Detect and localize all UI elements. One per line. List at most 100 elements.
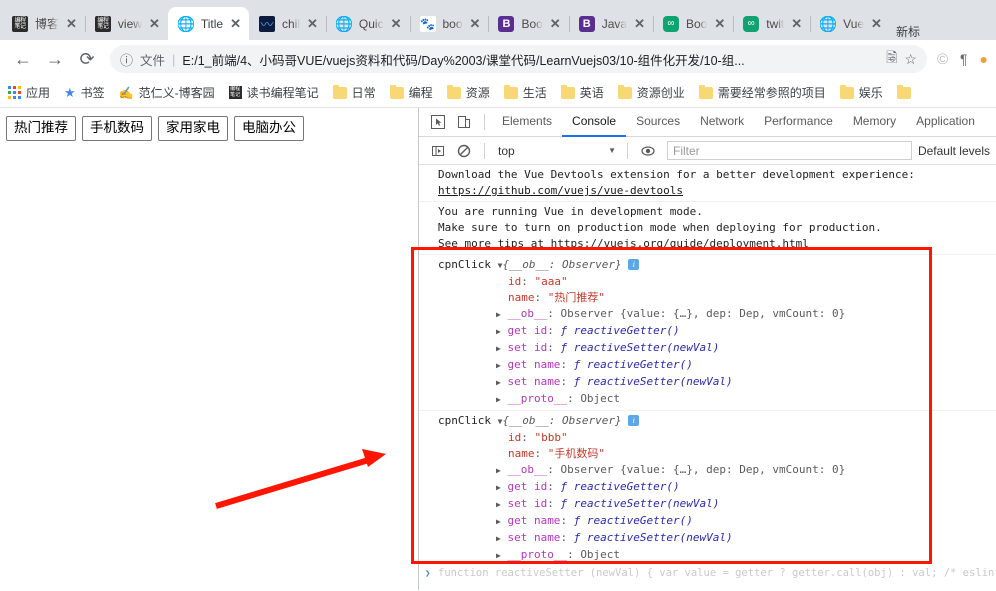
browser-tab-8[interactable]: ∞ Boo ✕ bbox=[653, 7, 735, 40]
object-property-row[interactable]: name: "手机数码" bbox=[438, 446, 996, 462]
close-icon[interactable]: ✕ bbox=[391, 17, 402, 30]
close-icon[interactable]: ✕ bbox=[871, 17, 882, 30]
address-bar[interactable]: ⓘ 文件 | E:/1_前端/4、小码哥VUE/vuejs资料和代码/Day%2… bbox=[110, 45, 927, 73]
tab-console[interactable]: Console bbox=[562, 108, 627, 137]
object-property-row[interactable]: ▶ set name: ƒ reactiveSetter(newVal) bbox=[438, 374, 996, 391]
console-output[interactable]: Download the Vue Devtools extension for … bbox=[419, 165, 996, 590]
console-sidebar-icon[interactable] bbox=[425, 139, 451, 163]
device-toolbar-icon[interactable] bbox=[451, 110, 477, 134]
copyright-icon[interactable]: © bbox=[937, 51, 948, 68]
browser-tab-9[interactable]: ∞ twit ✕ bbox=[733, 7, 812, 40]
browser-tab-10[interactable]: 🌐 Vue ✕ bbox=[810, 7, 890, 40]
bookmark-4[interactable]: 日常 bbox=[332, 84, 376, 101]
browser-tab-7[interactable]: B Java ✕ bbox=[569, 7, 654, 40]
object-property-row[interactable]: ▶ get name: ƒ reactiveGetter() bbox=[438, 357, 996, 374]
console-object-group-1[interactable]: cpnClick ▼{__ob__: Observer} i id: "aaa"… bbox=[419, 255, 996, 411]
execution-context-select[interactable]: top ▼ bbox=[492, 141, 620, 161]
close-icon[interactable]: ✕ bbox=[791, 17, 802, 30]
console-link[interactable]: https://github.com/vuejs/vue-devtools bbox=[438, 184, 683, 197]
bookmark-12[interactable] bbox=[896, 84, 911, 99]
inspect-element-icon[interactable] bbox=[425, 110, 451, 134]
object-property-row[interactable]: ▶ set name: ƒ reactiveSetter(newVal) bbox=[438, 530, 996, 547]
back-button[interactable]: ← bbox=[8, 44, 38, 74]
object-property-row[interactable]: ▶ get name: ƒ reactiveGetter() bbox=[438, 513, 996, 530]
bookmark-5[interactable]: 编程 bbox=[389, 84, 433, 101]
browser-tab-3[interactable]: 〰 chil ✕ bbox=[249, 7, 327, 40]
object-property-row[interactable]: ▶ set id: ƒ reactiveSetter(newVal) bbox=[438, 340, 996, 357]
browser-tab-5[interactable]: 🐾 boo ✕ bbox=[410, 7, 490, 40]
browser-tab-2-active[interactable]: 🌐 Title ✕ bbox=[167, 7, 249, 40]
forward-button[interactable]: → bbox=[40, 44, 70, 74]
object-property-row[interactable]: id: "aaa" bbox=[438, 274, 996, 290]
chevron-right-icon[interactable]: ▶ bbox=[496, 344, 501, 353]
close-icon[interactable]: ✕ bbox=[230, 17, 241, 30]
bookmark-1[interactable]: ★ 书签 bbox=[64, 84, 105, 101]
group-header-row[interactable]: cpnClick ▼{__ob__: Observer} i bbox=[438, 413, 996, 430]
tab-sources[interactable]: Sources bbox=[626, 108, 690, 137]
log-levels-select[interactable]: Default levels bbox=[918, 144, 990, 158]
page-button-3[interactable]: 电脑办公 bbox=[234, 116, 304, 141]
clear-console-icon[interactable] bbox=[451, 139, 477, 163]
info-badge-icon[interactable]: i bbox=[628, 415, 640, 426]
bookmark-10[interactable]: 需要经常参照的项目 bbox=[698, 84, 826, 101]
tab-application[interactable]: Application bbox=[906, 108, 985, 137]
browser-tab-0[interactable]: 编程 笔记 博客 ✕ bbox=[2, 7, 86, 40]
console-filter-input[interactable]: Filter bbox=[667, 141, 912, 160]
console-object-group-2[interactable]: cpnClick ▼{__ob__: Observer} i id: "bbb"… bbox=[419, 411, 996, 566]
group-header-row[interactable]: cpnClick ▼{__ob__: Observer} i bbox=[438, 257, 996, 274]
chevron-right-icon[interactable]: ▶ bbox=[496, 395, 501, 404]
close-icon[interactable]: ✕ bbox=[714, 17, 725, 30]
browser-tab-4[interactable]: 🌐 Quic ✕ bbox=[326, 7, 411, 40]
chevron-right-icon[interactable]: ▶ bbox=[496, 483, 501, 492]
bookmark-star-icon[interactable]: ☆ bbox=[904, 51, 917, 68]
bookmark-2[interactable]: ✍ 范仁义-博客园 bbox=[119, 84, 215, 101]
chevron-right-icon[interactable]: ▶ bbox=[496, 310, 501, 319]
page-button-2[interactable]: 家用家电 bbox=[158, 116, 228, 141]
info-badge-icon[interactable]: i bbox=[628, 259, 640, 270]
close-icon[interactable]: ✕ bbox=[149, 17, 160, 30]
translate-icon[interactable]: 🗟 bbox=[886, 47, 897, 71]
close-icon[interactable]: ✕ bbox=[66, 17, 77, 30]
object-property-row[interactable]: ▶ __proto__: Object bbox=[438, 547, 996, 564]
object-property-row[interactable]: ▶ __ob__: Observer {value: {…}, dep: Dep… bbox=[438, 306, 996, 323]
close-icon[interactable]: ✕ bbox=[307, 17, 318, 30]
chevron-right-icon[interactable]: ▶ bbox=[496, 517, 501, 526]
live-expression-icon[interactable] bbox=[635, 139, 661, 163]
bookmark-11[interactable]: 娱乐 bbox=[839, 84, 883, 101]
tab-network[interactable]: Network bbox=[690, 108, 754, 137]
object-property-row[interactable]: ▶ __ob__: Observer {value: {…}, dep: Dep… bbox=[438, 462, 996, 479]
bookmark-7[interactable]: 生活 bbox=[503, 84, 547, 101]
browser-tab-6[interactable]: B Boo ✕ bbox=[488, 7, 570, 40]
new-tab-button[interactable]: 新标 bbox=[890, 23, 920, 40]
bookmark-3[interactable]: 编程 笔记 读书编程笔记 bbox=[228, 84, 319, 101]
bookmark-6[interactable]: 资源 bbox=[446, 84, 490, 101]
page-button-1[interactable]: 手机数码 bbox=[82, 116, 152, 141]
chevron-right-icon[interactable]: ▶ bbox=[496, 551, 501, 560]
tab-memory[interactable]: Memory bbox=[843, 108, 906, 137]
object-property-row[interactable]: ▶ __proto__: Object bbox=[438, 391, 996, 408]
bookmark-9[interactable]: 资源创业 bbox=[617, 84, 685, 101]
bookmark-apps[interactable]: 应用 bbox=[8, 84, 50, 101]
object-property-row[interactable]: ▶ set id: ƒ reactiveSetter(newVal) bbox=[438, 496, 996, 513]
browser-tab-1[interactable]: 编程 笔记 view ✕ bbox=[85, 7, 169, 40]
close-icon[interactable]: ✕ bbox=[470, 17, 481, 30]
chevron-right-icon[interactable]: ▶ bbox=[496, 466, 501, 475]
info-circle-icon[interactable]: ⓘ bbox=[120, 50, 133, 69]
close-icon[interactable]: ✕ bbox=[550, 17, 561, 30]
page-button-0[interactable]: 热门推荐 bbox=[6, 116, 76, 141]
object-property-row[interactable]: id: "bbb" bbox=[438, 430, 996, 446]
console-prompt[interactable]: ❯ function reactiveSetter (newVal) { var… bbox=[419, 566, 996, 580]
object-property-row[interactable]: ▶ get id: ƒ reactiveGetter() bbox=[438, 323, 996, 340]
close-icon[interactable]: ✕ bbox=[634, 17, 645, 30]
object-property-row[interactable]: ▶ get id: ƒ reactiveGetter() bbox=[438, 479, 996, 496]
chevron-right-icon[interactable]: ▶ bbox=[496, 378, 501, 387]
pilcrow-icon[interactable]: ¶ bbox=[960, 51, 968, 67]
tab-elements[interactable]: Elements bbox=[492, 108, 562, 137]
bookmark-8[interactable]: 英语 bbox=[560, 84, 604, 101]
chevron-right-icon[interactable]: ▶ bbox=[496, 361, 501, 370]
chevron-right-icon[interactable]: ▶ bbox=[496, 327, 501, 336]
tab-performance[interactable]: Performance bbox=[754, 108, 843, 137]
object-property-row[interactable]: name: "热门推荐" bbox=[438, 290, 996, 306]
chevron-right-icon[interactable]: ▶ bbox=[496, 500, 501, 509]
chevron-right-icon[interactable]: ▶ bbox=[496, 534, 501, 543]
